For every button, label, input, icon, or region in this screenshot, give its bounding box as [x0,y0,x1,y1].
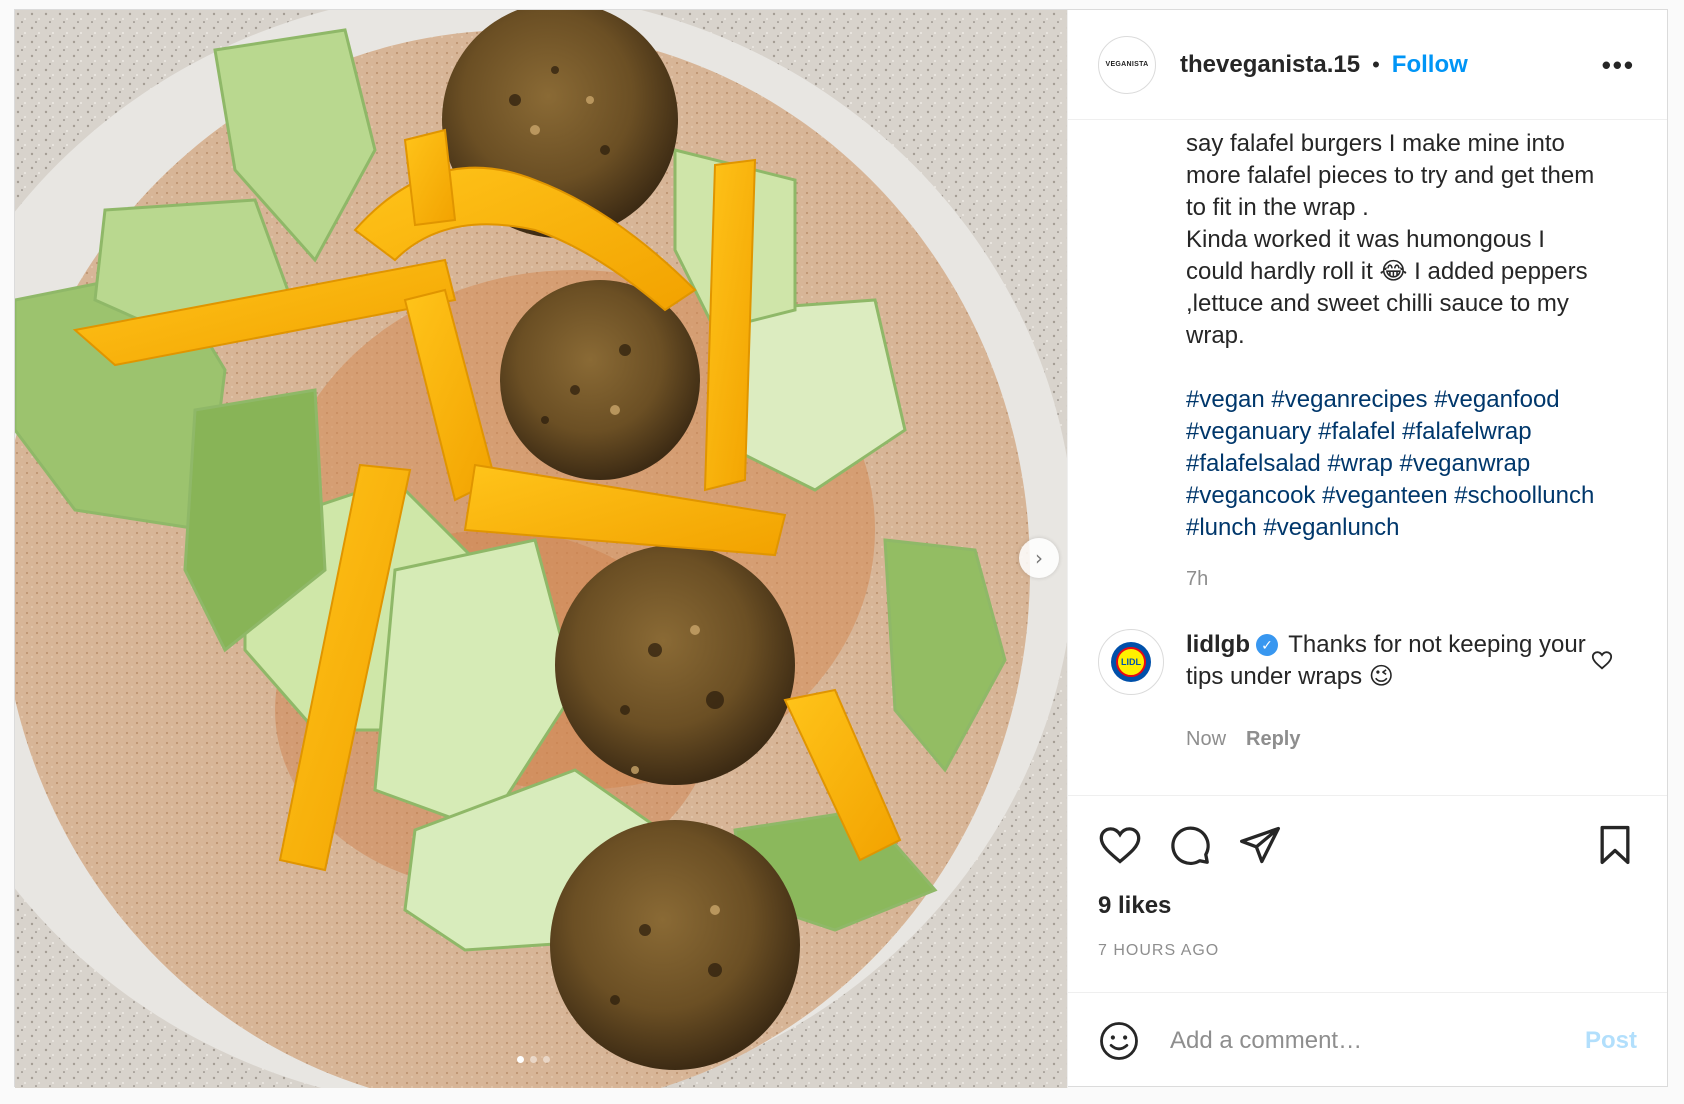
header-separator: • [1372,51,1380,77]
hashtag-link[interactable]: #vegan [1186,386,1271,413]
lidl-logo-text: LIDL [1116,647,1146,677]
post-side-panel: VEGANISTA theveganista.15 • Follow ••• s… [1067,10,1667,1088]
carousel-dot [517,1056,524,1063]
hashtag-link[interactable]: #lunch [1186,514,1263,541]
likes-count[interactable]: 9 likes [1098,892,1637,920]
post-comment-button[interactable]: Post [1585,1027,1637,1055]
hashtag-link[interactable]: #wrap [1327,450,1399,477]
post-timestamp[interactable]: 7 HOURS AGO [1098,942,1637,960]
post-header: VEGANISTA theveganista.15 • Follow ••• [1068,10,1667,120]
next-slide-button[interactable]: › [1019,538,1059,578]
follow-button[interactable]: Follow [1392,51,1468,79]
comment-icon[interactable] [1168,823,1212,867]
post-modal: › VEGANISTA theveganista.15 • Follow •••… [14,9,1668,1088]
author-username[interactable]: theveganista.15 [1180,51,1360,79]
reply-button[interactable]: Reply [1246,723,1300,755]
comment-input[interactable] [1170,1026,1585,1055]
commenter-username[interactable]: lidlgb [1186,631,1250,658]
author-avatar[interactable]: VEGANISTA [1098,35,1156,94]
commenter-avatar[interactable]: LIDL [1098,629,1164,695]
carousel-dots [517,1056,550,1063]
hashtag-link[interactable]: #veganuary [1186,418,1318,445]
hashtag-list: #vegan #veganrecipes #veganfood #veganua… [1186,384,1637,544]
heart-icon[interactable] [1098,823,1142,867]
comments-scroll-area[interactable]: say falafel burgers I make mine into mor… [1068,120,1667,795]
caption-line: more falafel pieces to try and get them [1186,162,1595,189]
caption-line: could hardly roll it 😂 I added peppers [1186,258,1588,285]
bookmark-icon[interactable] [1593,823,1637,867]
comment-composer: Post [1068,992,1667,1088]
verified-badge-icon: ✓ [1255,634,1278,656]
share-icon[interactable] [1238,823,1282,867]
comment-meta: Now Reply [1186,723,1606,755]
hashtag-link[interactable]: #falafel [1318,418,1402,445]
more-options-icon[interactable]: ••• [1602,50,1635,81]
action-icon-row [1098,820,1637,870]
lidl-logo: LIDL [1111,642,1151,682]
chevron-right-icon: › [1035,546,1043,570]
caption-line: wrap. [1186,322,1245,349]
hashtag-link[interactable]: #veganrecipes [1271,386,1434,413]
caption-line: ,lettuce and sweet chilli sauce to my [1186,290,1569,317]
comment-item: LIDL lidlgb ✓ Thanks for not keeping your… [1098,629,1637,755]
hashtag-link[interactable]: #schoollunch [1454,482,1594,509]
caption-time[interactable]: 7h [1098,568,1637,591]
post-photo: › [15,10,1067,1088]
hashtag-link[interactable]: #veganwrap [1399,450,1530,477]
post-caption: say falafel burgers I make mine into mor… [1098,128,1637,544]
comment-like-heart-icon[interactable] [1591,649,1613,671]
avatar-logo-text: VEGANISTA [1105,61,1149,68]
hashtag-link[interactable]: #veganlunch [1263,514,1399,541]
carousel-dot [530,1056,537,1063]
caption-line: Kinda worked it was humongous I [1186,226,1545,253]
caption-line: to fit in the wrap . [1186,194,1369,221]
carousel-dot [543,1056,550,1063]
hashtag-link[interactable]: #veganfood [1434,386,1559,413]
comment-body: lidlgb ✓ Thanks for not keeping your tips… [1186,629,1606,755]
caption-line: say falafel burgers I make mine into [1186,130,1565,157]
hashtag-link[interactable]: #veganteen [1322,482,1454,509]
hashtag-link[interactable]: #falafelwrap [1402,418,1531,445]
post-actions: 9 likes 7 HOURS AGO [1068,795,1667,992]
falafel-wrap-image [15,10,1067,1088]
emoji-icon[interactable] [1098,1020,1140,1062]
hashtag-link[interactable]: #falafelsalad [1186,450,1327,477]
comment-time: Now [1186,728,1227,750]
hashtag-link[interactable]: #vegancook [1186,482,1322,509]
